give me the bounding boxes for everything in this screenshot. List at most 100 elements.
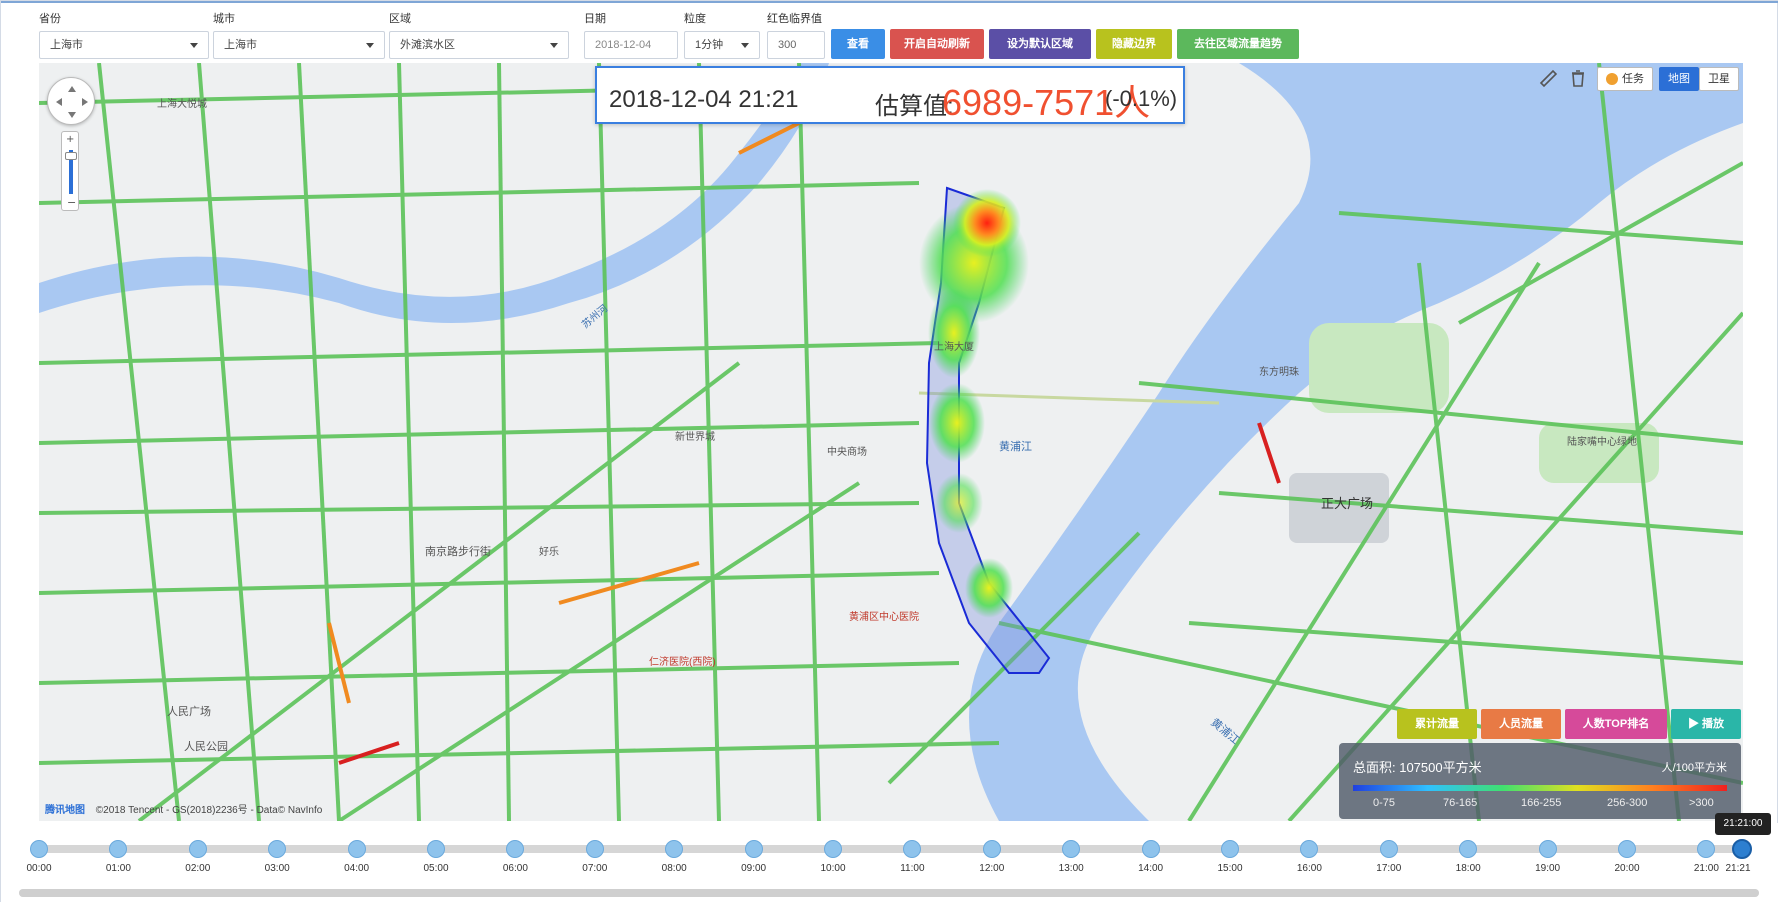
legend-range-1: 76-165 <box>1443 797 1478 809</box>
zoom-handle[interactable] <box>65 152 77 160</box>
timeline-node[interactable] <box>1062 840 1081 858</box>
scrollbar-thumb[interactable] <box>19 889 1759 897</box>
timeline-node[interactable] <box>1141 840 1160 858</box>
timeline-node[interactable] <box>188 840 207 858</box>
date-label: 日期 <box>584 13 606 25</box>
hide-border-button[interactable]: 隐藏边界 <box>1096 29 1172 59</box>
horizontal-scrollbar[interactable] <box>19 889 1759 897</box>
timeline-node[interactable] <box>268 840 287 858</box>
label-renmin-park: 人民公园 <box>184 741 228 753</box>
timeline: 00:00 01:00 02:00 03:00 04:00 05:00 06:00 07:00… <box>1 813 1778 903</box>
density-legend: 总面积: 107500平方米 人/100平方米 0-75 76-165 166-… <box>1339 743 1741 819</box>
province-value: 上海市 <box>50 39 83 51</box>
timeline-node[interactable] <box>744 840 763 858</box>
chevron-down-icon <box>550 43 558 48</box>
label-huangpu-hospital: 黄浦区中心医院 <box>849 612 919 623</box>
zoom-in-icon[interactable]: + <box>66 134 74 145</box>
city-filter: 城市 上海市 <box>213 11 385 59</box>
timeline-node[interactable] <box>982 840 1001 858</box>
date-value: 2018-12-04 <box>595 39 652 51</box>
timeline-track[interactable] <box>39 845 1743 853</box>
timeline-node[interactable] <box>903 840 922 858</box>
task-button[interactable]: 任务 <box>1597 67 1653 91</box>
timeline-node[interactable] <box>1221 840 1239 858</box>
threshold-input[interactable]: 300 <box>767 31 825 59</box>
task-icon <box>1606 73 1618 86</box>
timeline-label: 20:00 <box>1614 863 1640 874</box>
trash-icon[interactable] <box>1567 67 1589 91</box>
timeline-label: 08:00 <box>661 863 687 874</box>
satellite-type-button[interactable]: 卫星 <box>1699 67 1739 91</box>
label-huangpu-river: 黄浦江 <box>999 441 1032 453</box>
label-oriental-pearl: 东方明珠 <box>1259 367 1299 378</box>
trend-button[interactable]: 去往区域流量趋势 <box>1177 29 1299 59</box>
timeline-label: 17:00 <box>1376 863 1402 874</box>
province-select[interactable]: 上海市 <box>39 31 209 59</box>
top-ranking-button[interactable]: 人数TOP排名 <box>1565 709 1667 739</box>
chevron-down-icon <box>366 43 374 48</box>
legend-range-4: >300 <box>1689 797 1714 809</box>
timeline-node[interactable] <box>347 840 366 858</box>
timeline-node[interactable] <box>30 840 48 858</box>
timeline-label: 05:00 <box>423 863 449 874</box>
estimate-datetime: 2018-12-04 21:21 <box>609 86 799 113</box>
threshold-value: 300 <box>778 39 797 51</box>
map-type-button[interactable]: 地图 <box>1659 67 1699 91</box>
chevron-down-icon <box>741 43 749 48</box>
timeline-node[interactable] <box>1732 839 1752 859</box>
top-border <box>1 1 1778 3</box>
map-canvas[interactable]: 黄浦江 黄浦江 苏州河 正大广场 人民公园 人民广场 南京路步行街 陆家嘴中心绿… <box>39 63 1743 821</box>
timeline-node[interactable] <box>1697 840 1716 858</box>
label-shanghai-mansion: 上海大厦 <box>934 342 974 353</box>
label-renji: 仁济医院(西院) <box>649 657 716 668</box>
people-flow-button[interactable]: 人员流量 <box>1481 709 1561 739</box>
city-select[interactable]: 上海市 <box>213 31 385 59</box>
timeline-label: 07:00 <box>582 863 608 874</box>
timeline-node[interactable] <box>585 840 604 858</box>
ruler-icon[interactable] <box>1537 67 1559 91</box>
density-gradient-bar <box>1353 785 1727 791</box>
set-default-button[interactable]: 设为默认区域 <box>989 29 1091 59</box>
granularity-select[interactable]: 1分钟 <box>684 31 760 59</box>
timeline-label: 10:00 <box>820 863 846 874</box>
zoom-out-icon[interactable]: − <box>67 196 76 209</box>
label-xinshijie: 新世界城 <box>675 432 715 443</box>
zoom-slider[interactable]: + − <box>61 131 79 211</box>
threshold-filter: 红色临界值 300 <box>767 11 825 59</box>
play-button[interactable]: ▶ 播放 <box>1671 709 1741 739</box>
tencent-map-logo: 腾讯地图 <box>45 805 85 816</box>
timeline-label: 14:00 <box>1138 863 1164 874</box>
timeline-label: 12:00 <box>979 863 1005 874</box>
timeline-label: 13:00 <box>1058 863 1084 874</box>
timeline-current-tooltip: 21:21:00 <box>1715 813 1771 835</box>
density-unit-label: 人/100平方米 <box>1661 762 1727 774</box>
timeline-label: 01:00 <box>105 863 131 874</box>
auto-refresh-button[interactable]: 开启自动刷新 <box>890 29 984 59</box>
timeline-node[interactable] <box>665 840 684 858</box>
timeline-label: 00:00 <box>26 863 52 874</box>
timeline-node[interactable] <box>427 840 445 858</box>
timeline-node[interactable] <box>506 840 525 858</box>
district-filter: 区域 外滩滨水区 <box>389 11 569 59</box>
district-select[interactable]: 外滩滨水区 <box>389 31 569 59</box>
chevron-down-icon <box>190 43 198 48</box>
timeline-node[interactable] <box>1459 840 1478 858</box>
timeline-label: 21:21 <box>1725 863 1751 874</box>
play-label: 播放 <box>1702 718 1725 730</box>
cumulative-flow-button[interactable]: 累计流量 <box>1397 709 1477 739</box>
date-input[interactable]: 2018-12-04 <box>584 31 678 59</box>
timeline-node[interactable] <box>824 840 842 858</box>
timeline-node[interactable] <box>1538 840 1557 858</box>
estimate-overlay: 2018-12-04 21:21 估算值: 6989-7571人 (-0.1%) <box>595 66 1185 124</box>
timeline-label: 11:00 <box>900 863 925 874</box>
pan-control[interactable] <box>47 77 95 125</box>
date-filter: 日期 2018-12-04 <box>584 11 678 59</box>
district-value: 外滩滨水区 <box>400 39 455 51</box>
task-label: 任务 <box>1622 73 1644 85</box>
timeline-node[interactable] <box>1300 840 1319 858</box>
timeline-node[interactable] <box>1618 840 1636 858</box>
timeline-node[interactable] <box>109 840 128 858</box>
view-button[interactable]: 查看 <box>831 29 885 59</box>
timeline-label: 04:00 <box>344 863 370 874</box>
timeline-node[interactable] <box>1379 840 1398 858</box>
